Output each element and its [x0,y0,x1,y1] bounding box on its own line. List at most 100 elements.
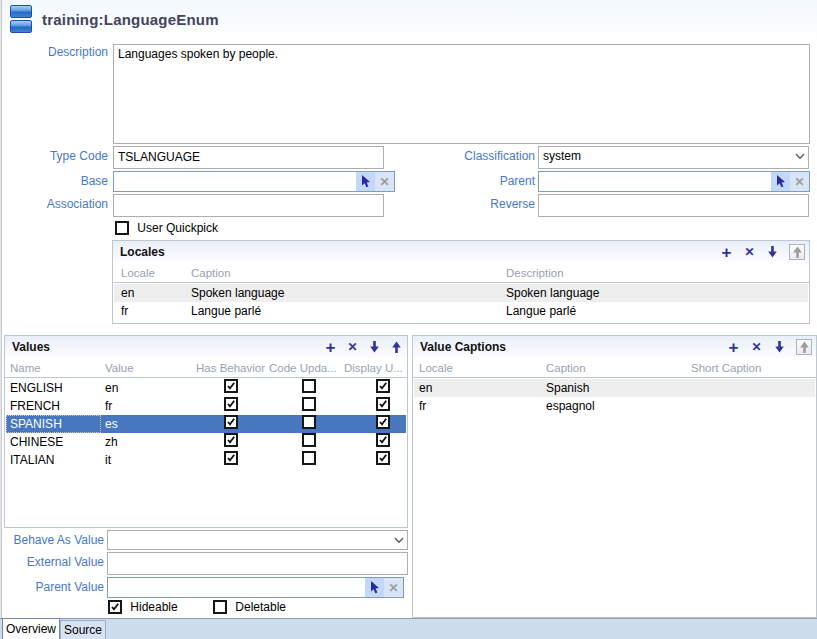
parent-value-select-button[interactable] [365,578,384,597]
behave-as-value-combo[interactable] [107,530,408,550]
reverse-label: Reverse [400,194,535,215]
code-updatable-checkbox[interactable] [302,433,316,447]
cursor-arrow-icon [775,175,786,188]
parent-select-button[interactable] [771,172,790,191]
parent-picker[interactable]: ✕ [538,171,810,192]
display-update-checkbox[interactable] [376,433,390,447]
locales-toolbar: + ✕ [720,241,805,263]
association-label: Association [0,194,108,215]
move-up-icon[interactable] [390,341,403,354]
values-row-chinese[interactable]: CHINESE zh [6,433,406,451]
has-behavior-checkbox[interactable] [224,379,238,393]
values-row-spanish[interactable]: SPANISH es [6,415,406,433]
move-up-icon[interactable] [789,244,805,260]
delete-icon[interactable]: ✕ [750,341,763,354]
code-updatable-checkbox[interactable] [302,415,316,429]
locales-row-fr[interactable]: fr Langue parlé Langue parlé [114,302,808,320]
vc-col-caption[interactable]: Caption [546,358,586,378]
values-row-italian[interactable]: ITALIAN it [6,451,406,469]
base-value[interactable] [114,172,356,191]
has-behavior-checkbox[interactable] [224,451,238,465]
hideable-checkbox[interactable] [108,600,122,614]
has-behavior-checkbox[interactable] [224,433,238,447]
classification-value: system [543,147,581,166]
vc-col-locale[interactable]: Locale [419,358,453,378]
parent-value[interactable] [539,172,771,191]
add-icon[interactable]: + [324,341,337,354]
has-behavior-checkbox[interactable] [224,415,238,429]
locales-title: Locales [120,241,165,263]
tab-overview[interactable]: Overview [2,618,60,639]
move-down-icon[interactable] [766,246,779,259]
values-title-bar: Values + ✕ [5,336,407,358]
values-col-has-behavior[interactable]: Has Behavior [196,358,265,378]
locales-row-en[interactable]: en Spoken language Spoken language [114,284,808,302]
cell-caption: espagnol [546,397,595,415]
values-row-english[interactable]: ENGLISH en [6,379,406,397]
external-value-label: External Value [0,552,104,573]
external-value-field[interactable] [107,552,408,575]
deletable-checkbox[interactable] [213,600,227,614]
values-title: Values [12,336,50,358]
display-update-checkbox[interactable] [376,379,390,393]
type-code-field[interactable]: TSLANGUAGE [113,146,384,169]
display-update-checkbox[interactable] [376,451,390,465]
chevron-down-icon[interactable] [795,153,805,160]
description-field[interactable]: Languages spoken by people. [113,44,810,144]
values-col-name[interactable]: Name [10,358,41,378]
cell-name: ITALIAN [10,451,54,469]
vc-row-en[interactable]: en Spanish [414,379,815,397]
cursor-arrow-icon [369,581,380,594]
description-label: Description [0,44,108,60]
user-quickpick-label: User Quickpick [137,221,218,236]
base-picker[interactable]: ✕ [113,171,395,192]
values-col-value[interactable]: Value [105,358,134,378]
cursor-arrow-icon [360,175,371,188]
locales-col-description[interactable]: Description [506,263,564,283]
parent-clear-button[interactable]: ✕ [790,172,809,191]
code-updatable-checkbox[interactable] [302,397,316,411]
value-captions-header-row: Locale Caption Short Caption [413,358,816,378]
tab-source[interactable]: Source [60,620,106,639]
delete-icon[interactable]: ✕ [743,246,756,259]
cell-locale: en [419,379,432,397]
reverse-field[interactable] [538,194,809,217]
classification-label: Classification [400,146,535,167]
display-update-checkbox[interactable] [376,397,390,411]
cell-locale: en [121,284,134,302]
header-bar: training:LanguageEnum [2,0,817,42]
user-quickpick-checkbox[interactable] [115,221,129,235]
has-behavior-checkbox[interactable] [224,397,238,411]
delete-icon[interactable]: ✕ [346,341,359,354]
code-updatable-checkbox[interactable] [302,451,316,465]
locales-col-locale[interactable]: Locale [121,263,155,283]
association-field[interactable] [113,194,384,217]
base-clear-button[interactable]: ✕ [375,172,394,191]
vc-row-fr[interactable]: fr espagnol [414,397,815,415]
values-col-display-update[interactable]: Display U... [344,358,403,378]
move-down-icon[interactable] [368,341,381,354]
value-captions-title-bar: Value Captions + ✕ [413,336,816,358]
deletable-row: Deletable [213,600,286,615]
values-col-code-updatable[interactable]: Code Upda... [269,358,337,378]
hideable-row: Hideable [108,600,178,615]
move-up-icon[interactable] [796,339,812,355]
vc-col-short-caption[interactable]: Short Caption [691,358,761,378]
code-updatable-checkbox[interactable] [302,379,316,393]
add-icon[interactable]: + [720,246,733,259]
chevron-down-icon[interactable] [394,537,404,544]
parent-value-clear-button[interactable]: ✕ [384,578,403,597]
locales-col-caption[interactable]: Caption [191,263,231,283]
display-update-checkbox[interactable] [376,415,390,429]
base-select-button[interactable] [356,172,375,191]
cell-locale: fr [419,397,426,415]
cell-name: SPANISH [6,415,101,433]
move-down-icon[interactable] [773,341,786,354]
parent-value-picker[interactable]: ✕ [107,577,404,598]
enum-type-icon [10,5,32,35]
values-row-french[interactable]: FRENCH fr [6,397,406,415]
classification-combo[interactable]: system [538,146,809,169]
cell-value: it [105,451,111,469]
add-icon[interactable]: + [727,341,740,354]
parent-value-value[interactable] [108,578,365,597]
